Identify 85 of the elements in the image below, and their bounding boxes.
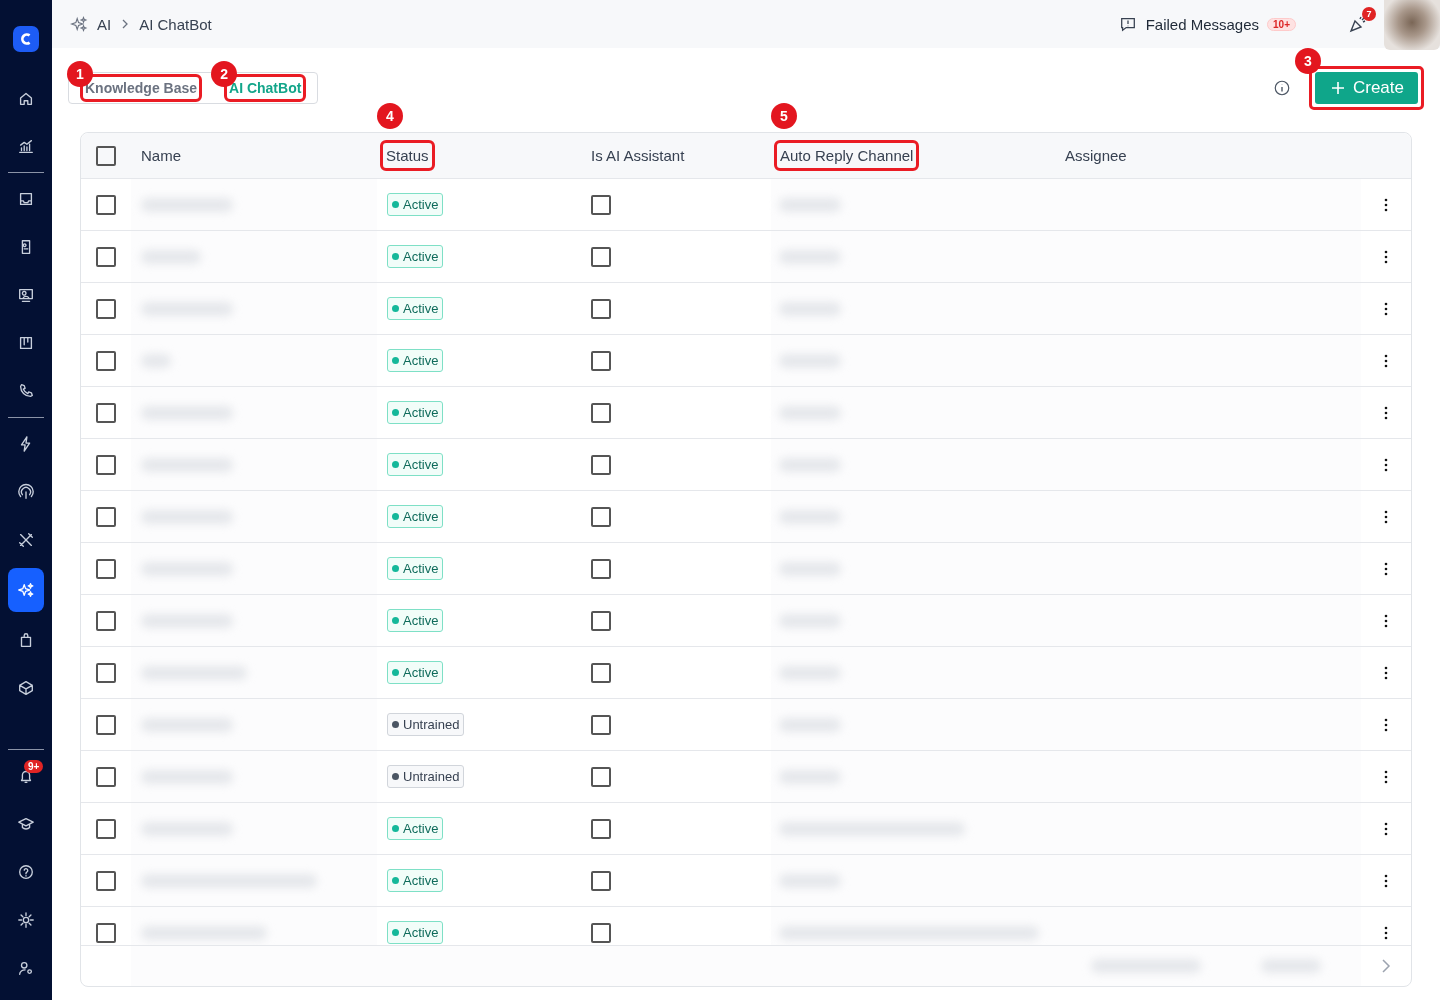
more-icon[interactable] xyxy=(1384,873,1388,888)
ai-assistant-checkbox[interactable] xyxy=(591,194,611,215)
column-header: Auto Reply Channel xyxy=(777,143,917,168)
notification-badge: 7 xyxy=(1362,7,1376,21)
status-tag: Active xyxy=(387,921,444,944)
step-marker: 5 xyxy=(771,103,797,129)
more-icon[interactable] xyxy=(1384,405,1388,420)
more-icon[interactable] xyxy=(1384,457,1388,472)
ai-assistant-checkbox[interactable] xyxy=(591,610,611,631)
row-checkbox[interactable] xyxy=(96,922,116,943)
status-tag: Active xyxy=(387,297,444,320)
row-checkbox[interactable] xyxy=(96,402,116,423)
count-badge: 10+ xyxy=(1267,17,1296,31)
more-icon[interactable] xyxy=(1384,769,1388,784)
ai-assistant-checkbox[interactable] xyxy=(591,818,611,839)
ai-assistant-checkbox[interactable] xyxy=(591,766,611,787)
column-header: Name xyxy=(141,147,181,164)
failed-messages-link[interactable]: Failed Messages xyxy=(1118,15,1260,33)
row-checkbox[interactable] xyxy=(96,298,116,319)
party-popper-icon[interactable] xyxy=(1348,14,1368,34)
breadcrumb-link[interactable]: AI xyxy=(97,15,112,33)
status-tag: Active xyxy=(387,817,444,840)
row-checkbox[interactable] xyxy=(96,506,116,527)
ai-assistant-checkbox[interactable] xyxy=(591,298,611,319)
nav-bell-icon[interactable]: 9+ xyxy=(8,756,44,796)
notification-badge: 9+ xyxy=(24,760,44,773)
more-icon[interactable] xyxy=(1384,197,1388,212)
more-icon[interactable] xyxy=(1384,249,1388,264)
status-tag: Active xyxy=(387,193,444,216)
row-checkbox[interactable] xyxy=(96,194,116,215)
status-tag: Active xyxy=(387,401,444,424)
more-icon[interactable] xyxy=(1384,665,1388,680)
ai-assistant-checkbox[interactable] xyxy=(591,454,611,475)
ai-assistant-checkbox[interactable] xyxy=(591,506,611,527)
row-checkbox[interactable] xyxy=(96,714,116,735)
status-tag: Untrained xyxy=(387,713,465,736)
row-checkbox[interactable] xyxy=(96,246,116,267)
ai-assistant-checkbox[interactable] xyxy=(591,662,611,683)
row-checkbox[interactable] xyxy=(96,662,116,683)
ai-assistant-checkbox[interactable] xyxy=(591,870,611,891)
status-tag: Active xyxy=(387,453,444,476)
page-title: AI ChatBot xyxy=(139,15,212,33)
more-icon[interactable] xyxy=(1384,561,1388,576)
step-marker: 4 xyxy=(377,103,403,129)
more-icon[interactable] xyxy=(1384,925,1388,940)
ai-assistant-checkbox[interactable] xyxy=(591,246,611,267)
column-header: Status xyxy=(383,143,432,168)
more-icon[interactable] xyxy=(1384,821,1388,836)
status-tag: Active xyxy=(387,661,444,684)
more-icon[interactable] xyxy=(1384,613,1388,628)
ai-assistant-checkbox[interactable] xyxy=(591,922,611,943)
create-button[interactable]: Create xyxy=(1314,72,1418,104)
row-checkbox[interactable] xyxy=(96,454,116,475)
ai-assistant-checkbox[interactable] xyxy=(591,350,611,371)
status-tag: Untrained xyxy=(387,765,465,788)
more-icon[interactable] xyxy=(1384,509,1388,524)
plus-icon xyxy=(1330,81,1345,95)
row-checkbox[interactable] xyxy=(96,870,116,891)
status-tag: Active xyxy=(387,869,444,892)
ai-assistant-checkbox[interactable] xyxy=(591,714,611,735)
more-icon[interactable] xyxy=(1384,301,1388,316)
status-tag: Active xyxy=(387,349,444,372)
nav-sparkle-icon[interactable] xyxy=(8,568,44,612)
select-all-checkbox[interactable] xyxy=(96,145,116,166)
row-checkbox[interactable] xyxy=(96,818,116,839)
ai-assistant-checkbox[interactable] xyxy=(591,402,611,423)
column-header: Is AI Assistant xyxy=(591,147,685,164)
info-icon[interactable] xyxy=(1272,79,1291,97)
row-checkbox[interactable] xyxy=(96,766,116,787)
column-header: Assignee xyxy=(1065,147,1127,164)
more-icon[interactable] xyxy=(1384,717,1388,732)
user-avatar[interactable] xyxy=(1384,0,1440,50)
status-tag: Active xyxy=(387,505,444,528)
row-checkbox[interactable] xyxy=(96,350,116,371)
more-icon[interactable] xyxy=(1384,353,1388,368)
app-logo[interactable] xyxy=(13,26,39,52)
step-marker: 3 xyxy=(1294,48,1321,74)
row-checkbox[interactable] xyxy=(96,610,116,631)
message-alert-icon xyxy=(1118,15,1137,33)
status-tag: Active xyxy=(387,609,444,632)
row-checkbox[interactable] xyxy=(96,558,116,579)
ai-assistant-checkbox[interactable] xyxy=(591,558,611,579)
status-tag: Active xyxy=(387,557,444,580)
status-tag: Active xyxy=(387,245,444,268)
sparkle-icon xyxy=(70,15,88,33)
